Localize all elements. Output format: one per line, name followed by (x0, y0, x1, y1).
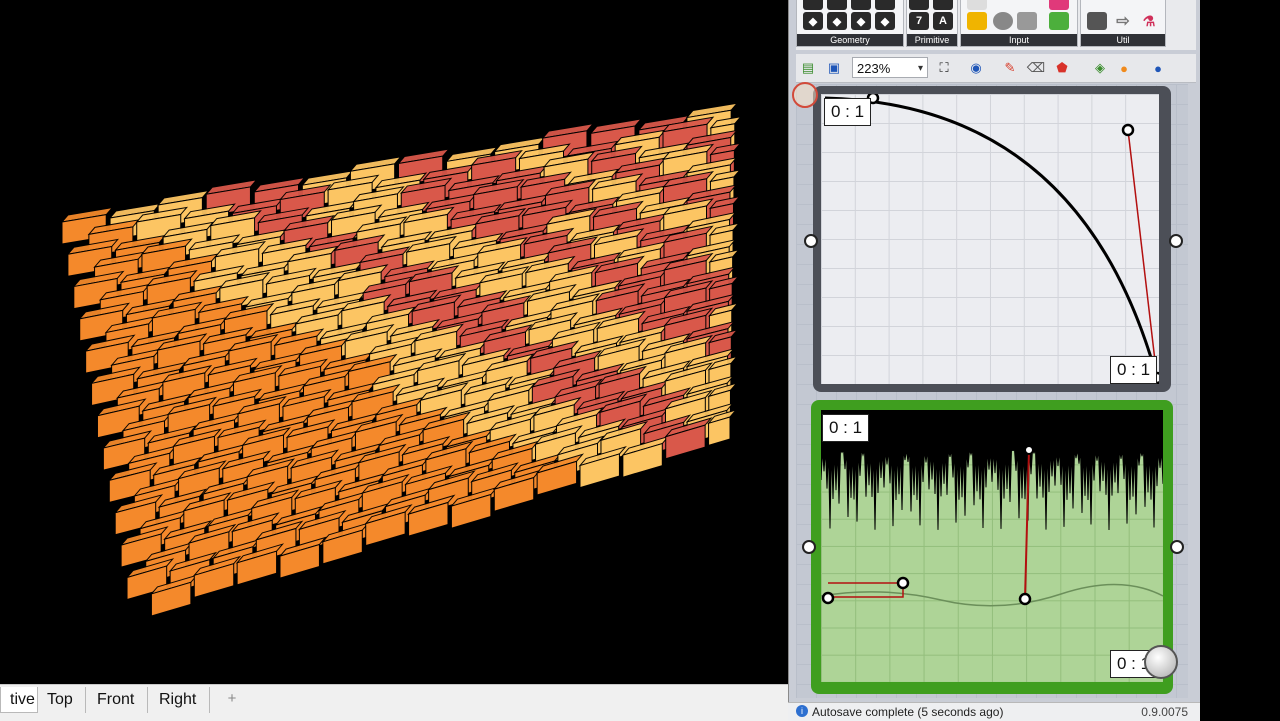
colour-swatch-icon[interactable] (1049, 0, 1069, 10)
colour-param-icon[interactable] (933, 0, 953, 10)
arrow-right-icon[interactable]: ⇨ (1113, 12, 1133, 30)
range-label-top[interactable]: 0 : 1 (824, 98, 872, 126)
mesh-param-icon[interactable]: ◆ (827, 12, 847, 30)
ribbon-group-geometry: ◆ ◆ ◆ ◆ Geometry (796, 0, 904, 47)
canvas-toolbar: ▤ ▣ 223% ▾ ⛶ ◉ ✎ ⌫ ⬟ ◈ ● ● (796, 54, 1196, 83)
preview-mesh-icon[interactable]: ◈ (1090, 58, 1110, 78)
circle-param-icon[interactable] (851, 0, 871, 10)
panel-list-icon[interactable] (1017, 12, 1037, 30)
quarter-circle-curve (824, 96, 1159, 379)
ribbon-label-input: Input (961, 34, 1077, 46)
save-file-icon[interactable]: ▣ (824, 58, 844, 78)
zoom-select[interactable]: 223% ▾ (852, 57, 928, 78)
ribbon-group-util: ⇨ ⚗ Util (1080, 0, 1166, 47)
curve-param-icon[interactable] (875, 0, 895, 10)
right-margin (1200, 0, 1280, 720)
info-icon: i (796, 705, 808, 717)
cluster-icon[interactable] (1087, 12, 1107, 30)
ribbon-label-geometry: Geometry (797, 34, 903, 46)
rhino-viewport[interactable] (0, 0, 788, 684)
noise-spikes (821, 448, 1163, 531)
noise-wave (821, 583, 1163, 607)
text-param-icon[interactable]: A (933, 12, 953, 30)
noise-band (821, 410, 1163, 450)
flask-icon[interactable]: ⚗ (1139, 12, 1159, 30)
graph-area[interactable] (821, 410, 1163, 682)
open-file-icon[interactable]: ▤ (798, 58, 818, 78)
graph-type-knob[interactable] (1144, 645, 1178, 679)
curve-handle (821, 591, 835, 605)
handle-box (828, 582, 904, 598)
graph-mapper-quarter-circle[interactable]: 0 : 1 0 : 1 (813, 86, 1171, 392)
add-tab-icon[interactable]: + (222, 689, 242, 709)
ribbon-label-util: Util (1081, 34, 1165, 46)
box-param-icon[interactable] (803, 0, 823, 10)
handle-line (1127, 129, 1158, 379)
input-port[interactable] (804, 234, 818, 248)
graph-area[interactable] (821, 94, 1159, 384)
mouse-cursor (792, 82, 818, 108)
ribbon-label-primitive: Primitive (907, 34, 957, 46)
keyboard-icon[interactable] (967, 0, 987, 10)
curve-handle (1024, 445, 1034, 455)
preview-eye-icon[interactable]: ◉ (966, 58, 986, 78)
range-label-top[interactable]: 0 : 1 (822, 414, 870, 442)
ribbon-group-primitive: 7 A Primitive (906, 0, 958, 47)
integer-param-icon[interactable]: 7 (909, 12, 929, 30)
curve-handle (1121, 123, 1135, 137)
output-port[interactable] (1169, 234, 1183, 248)
stop-icon[interactable]: ⬟ (1052, 58, 1072, 78)
slider-knob-icon[interactable] (993, 12, 1013, 30)
chevron-down-icon: ▾ (917, 63, 923, 74)
geometry-param-icon[interactable]: ◆ (803, 12, 823, 30)
ribbon-group-input: Input (960, 0, 1078, 47)
curve-handle (896, 576, 910, 590)
surface-param-icon[interactable]: ◆ (851, 12, 871, 30)
zoom-extents-icon[interactable]: ⛶ (934, 58, 954, 78)
tab-right[interactable]: Right (150, 687, 210, 713)
zoom-value: 223% (857, 61, 891, 76)
matrix-icon[interactable] (1049, 12, 1069, 30)
shaded-preview-icon[interactable]: ● (1114, 58, 1134, 78)
noise-graph (821, 410, 1163, 607)
viewport-tab-bar: tive Top Front Right + (0, 684, 788, 721)
tab-top[interactable]: Top (38, 687, 86, 713)
component-ribbon: ◆ ◆ ◆ ◆ Geometry 7 A Primitive Input ⇨ ⚗… (796, 0, 1196, 50)
graph-mapper-noise[interactable]: 0 : 1 0 : 1 (811, 400, 1178, 694)
curve-handle (1018, 592, 1032, 606)
tab-front[interactable]: Front (88, 687, 148, 713)
input-port[interactable] (802, 540, 816, 554)
twisted-box-param-icon[interactable]: ◆ (875, 12, 895, 30)
boolean-param-icon[interactable] (909, 0, 929, 10)
gradient-icon[interactable] (967, 12, 987, 30)
sphere-display-icon[interactable]: ● (1148, 58, 1168, 78)
status-message: Autosave complete (5 seconds ago) (812, 705, 1004, 719)
status-bar: i Autosave complete (5 seconds ago) 0.9.… (788, 702, 1200, 721)
range-label-bottom[interactable]: 0 : 1 (1110, 356, 1158, 384)
tab-perspective[interactable]: tive (0, 687, 38, 713)
sketch-pen-icon[interactable]: ✎ (1000, 58, 1020, 78)
output-port[interactable] (1170, 540, 1184, 554)
version-number: 0.9.0075 (1141, 705, 1188, 719)
brep-param-icon[interactable] (827, 0, 847, 10)
graph-curve (824, 94, 1159, 384)
eraser-icon[interactable]: ⌫ (1026, 58, 1046, 78)
brick-wall-render (60, 102, 743, 617)
